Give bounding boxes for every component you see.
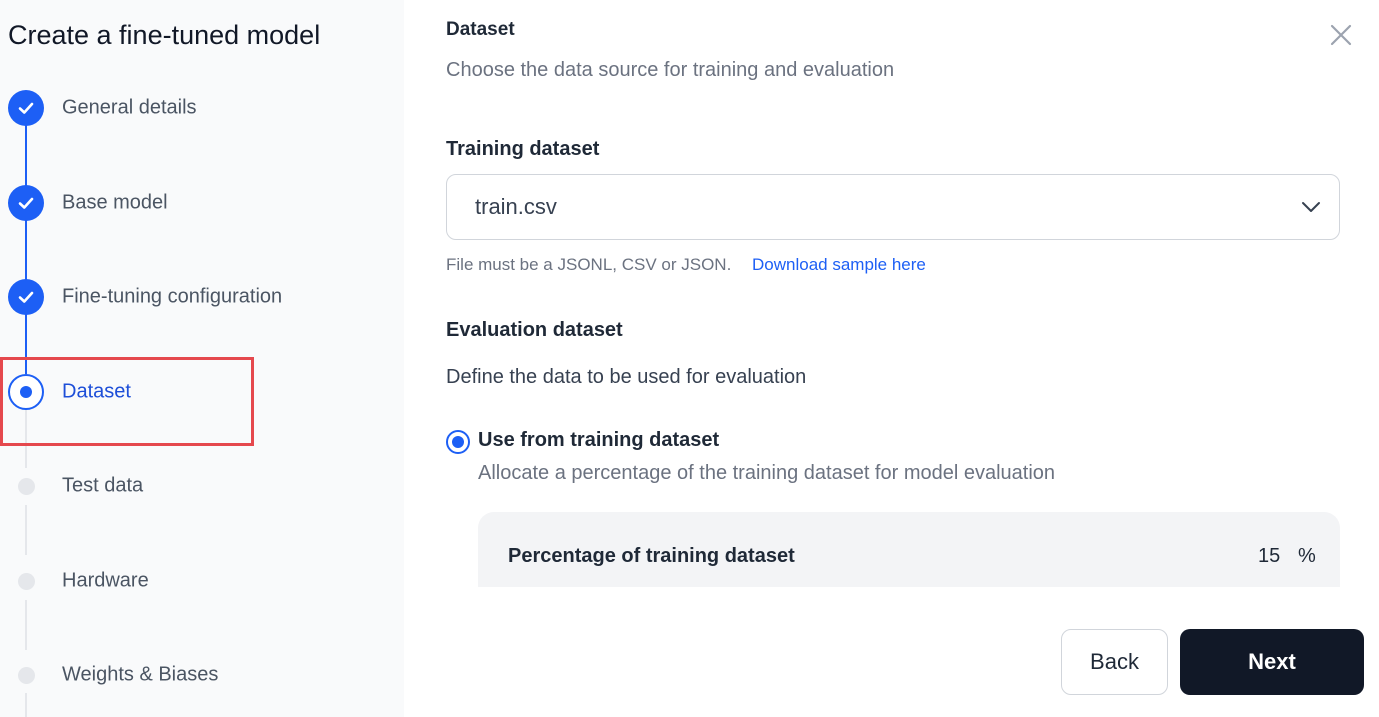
step-fine-tuning-configuration[interactable]: Fine-tuning configuration bbox=[0, 277, 404, 317]
step-general-details[interactable]: General details bbox=[0, 88, 404, 128]
close-icon bbox=[1330, 24, 1352, 46]
pending-step-icon bbox=[8, 657, 44, 693]
step-label: General details bbox=[62, 96, 197, 119]
evaluation-description: Define the data to be used for evaluatio… bbox=[446, 366, 807, 388]
step-label: Test data bbox=[62, 474, 144, 497]
step-hardware[interactable]: Hardware bbox=[0, 561, 404, 601]
back-button[interactable]: Back bbox=[1061, 629, 1168, 695]
check-icon bbox=[8, 279, 44, 315]
step-connector bbox=[25, 600, 27, 650]
chevron-down-icon bbox=[1302, 202, 1320, 212]
close-button[interactable] bbox=[1327, 21, 1355, 49]
next-button[interactable]: Next bbox=[1180, 629, 1364, 695]
section-heading: Dataset bbox=[446, 19, 515, 40]
evaluation-dataset-label: Evaluation dataset bbox=[446, 319, 623, 341]
app-root: Create a fine-tuned model General detail… bbox=[0, 0, 1379, 717]
step-base-model[interactable]: Base model bbox=[0, 183, 404, 223]
step-connector bbox=[25, 505, 27, 555]
section-subheading: Choose the data source for training and … bbox=[446, 59, 895, 81]
check-icon bbox=[8, 185, 44, 221]
use-training-dataset-radio[interactable] bbox=[446, 430, 470, 454]
step-connector bbox=[25, 124, 27, 186]
percentage-panel: Percentage of training dataset 15 % bbox=[478, 512, 1340, 587]
percentage-unit: % bbox=[1298, 545, 1316, 567]
step-connector bbox=[25, 220, 27, 280]
check-icon bbox=[8, 90, 44, 126]
step-weights-biases[interactable]: Weights & Biases bbox=[0, 655, 404, 695]
sidebar: Create a fine-tuned model General detail… bbox=[0, 0, 404, 717]
training-dataset-label: Training dataset bbox=[446, 138, 600, 160]
page-title: Create a fine-tuned model bbox=[8, 20, 321, 50]
download-sample-link[interactable]: Download sample here bbox=[752, 255, 926, 275]
percentage-input[interactable]: 15 bbox=[1258, 545, 1280, 568]
file-format-hint: File must be a JSONL, CSV or JSON. bbox=[446, 255, 732, 274]
step-connector bbox=[25, 693, 27, 717]
step-test-data[interactable]: Test data bbox=[0, 466, 404, 506]
pending-step-icon bbox=[8, 468, 44, 504]
select-value: train.csv bbox=[475, 194, 557, 219]
percentage-label: Percentage of training dataset bbox=[508, 545, 795, 567]
pending-step-icon bbox=[8, 563, 44, 599]
current-step-highlight bbox=[0, 357, 254, 446]
step-label: Base model bbox=[62, 191, 168, 214]
step-label: Weights & Biases bbox=[62, 663, 219, 686]
radio-label[interactable]: Use from training dataset bbox=[478, 429, 719, 452]
step-label: Hardware bbox=[62, 569, 149, 592]
training-dataset-select[interactable]: train.csv bbox=[446, 174, 1340, 240]
radio-description: Allocate a percentage of the training da… bbox=[478, 462, 1056, 484]
step-label: Fine-tuning configuration bbox=[62, 285, 283, 308]
